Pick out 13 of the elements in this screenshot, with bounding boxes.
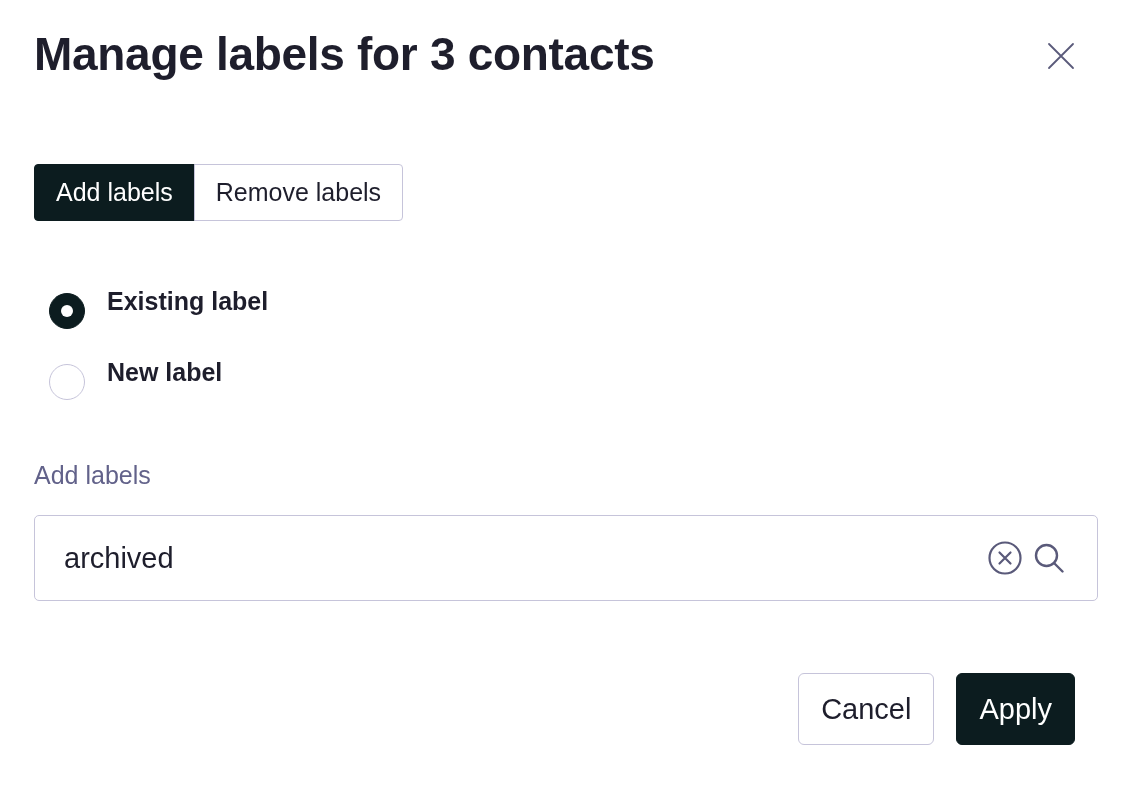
- labels-input-field[interactable]: archived: [34, 515, 1098, 601]
- field-label: Add labels: [34, 460, 151, 490]
- dialog-title: Manage labels for 3 contacts: [34, 28, 655, 80]
- clear-icon[interactable]: [988, 541, 1022, 575]
- tab[interactable]: Add labels: [34, 164, 195, 221]
- radio-button[interactable]: [49, 293, 85, 329]
- search-icon[interactable]: [1034, 543, 1064, 573]
- cancel-button[interactable]: Cancel: [798, 673, 935, 745]
- radio-label[interactable]: New label: [107, 357, 223, 387]
- tab[interactable]: Remove labels: [193, 164, 404, 221]
- close-icon[interactable]: [1047, 42, 1075, 70]
- radio-label[interactable]: Existing label: [107, 286, 269, 316]
- apply-button[interactable]: Apply: [956, 673, 1075, 745]
